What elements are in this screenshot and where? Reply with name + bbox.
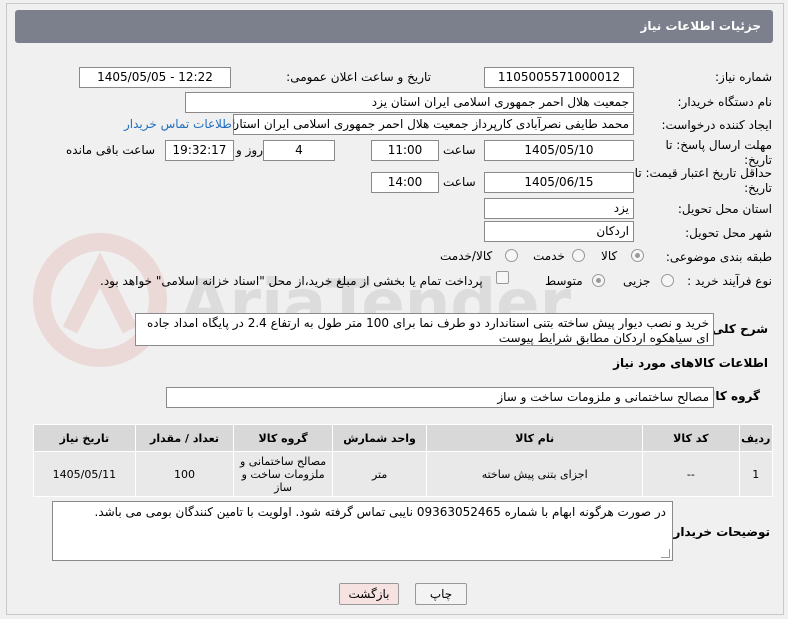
goods-table: ردیف کد کالا نام کالا واحد شمارش گروه کا…: [33, 424, 774, 497]
price-time-label: ساعت: [443, 175, 476, 189]
goods-info-title: اطلاعات کالاهای مورد نیاز: [613, 356, 768, 370]
city-field[interactable]: اردکان: [484, 221, 634, 242]
col-row-header: ردیف: [738, 424, 774, 452]
purchase-radio-minor[interactable]: [661, 274, 674, 287]
announce-date-field[interactable]: 1405/05/05 - 12:22: [79, 67, 231, 88]
cell-unit: متر: [331, 451, 428, 497]
days-remaining-field[interactable]: 4: [263, 140, 335, 161]
buyer-notes-textarea[interactable]: در صورت هرگونه ابهام با شماره 0936305246…: [52, 501, 673, 561]
page-title: جزئیات اطلاعات نیاز: [640, 19, 761, 33]
announce-label: تاریخ و ساعت اعلان عمومی:: [286, 70, 431, 84]
category-label: طبقه بندی موضوعی:: [665, 250, 772, 264]
reply-time-field[interactable]: 11:00: [371, 140, 439, 161]
buyer-notes-label: توضیحات خریدار:: [668, 525, 770, 539]
need-number-label: شماره نیاز:: [715, 70, 772, 84]
cell-row: 1: [738, 451, 774, 497]
purchase-option-minor: جزیی: [623, 274, 651, 288]
print-button[interactable]: چاپ: [415, 583, 467, 605]
purchase-radio-medium[interactable]: [592, 274, 605, 287]
col-date-header: تاریخ نیاز: [33, 424, 136, 452]
category-radio-both[interactable]: [505, 249, 518, 262]
city-label: شهر محل تحویل:: [685, 226, 772, 240]
purchase-option-medium: متوسط: [545, 274, 583, 288]
province-field[interactable]: یزد: [484, 198, 634, 219]
category-option-both: کالا/خدمت: [440, 249, 493, 263]
category-radio-service[interactable]: [572, 249, 585, 262]
price-validity-label: حداقل تاریخ اعتبار قیمت: تا تاریخ:: [634, 166, 772, 195]
page-header: جزئیات اطلاعات نیاز: [15, 10, 773, 43]
price-date-field[interactable]: 1405/06/15: [484, 172, 634, 193]
creator-field[interactable]: محمد طایفی نصرآبادی کارپرداز جمعیت هلال …: [233, 114, 634, 135]
cell-group: مصالح ساختمانی و ملزومات ساخت و ساز: [233, 451, 333, 497]
reply-date-field[interactable]: 1405/05/10: [484, 140, 634, 161]
cell-name: اجزای بتنی پیش ساخته: [426, 451, 644, 497]
price-time-field[interactable]: 14:00: [371, 172, 439, 193]
reply-time-label: ساعت: [443, 143, 476, 157]
category-radio-goods[interactable]: [631, 249, 644, 262]
remaining-label: ساعت باقی مانده: [66, 143, 156, 157]
goods-group-field[interactable]: مصالح ساختمانی و ملزومات ساخت و ساز: [166, 387, 714, 408]
contact-info-link[interactable]: اطلاعات تماس خریدار: [124, 117, 235, 131]
back-button[interactable]: بازگشت: [339, 583, 399, 605]
col-quantity-header: تعداد / مقدار: [134, 424, 235, 452]
resize-handle[interactable]: [661, 549, 670, 558]
remaining-time-field[interactable]: 19:32:17: [165, 140, 234, 161]
province-label: استان محل تحویل:: [677, 202, 772, 216]
col-code-header: کد کالا: [642, 424, 740, 452]
buyer-org-field[interactable]: جمعیت هلال احمر جمهوری اسلامی ایران استا…: [185, 92, 634, 113]
cell-quantity: 100: [134, 451, 235, 497]
payment-note: پرداخت تمام یا بخشی از مبلغ خرید،از محل …: [100, 274, 483, 288]
need-number-field[interactable]: 1105005571000012: [484, 67, 634, 88]
reply-deadline-label: مهلت ارسال پاسخ: تا تاریخ:: [665, 138, 772, 167]
treasury-payment-checkbox[interactable]: [496, 271, 509, 284]
purchase-type-label: نوع فرآیند خرید :: [687, 274, 772, 288]
col-unit-header: واحد شمارش: [331, 424, 428, 452]
cell-date: 1405/05/11: [33, 451, 136, 497]
table-row[interactable]: 1 -- اجزای بتنی پیش ساخته متر مصالح ساخت…: [33, 451, 774, 497]
description-textarea[interactable]: خرید و نصب دیوار پیش ساخته بتنی استاندار…: [135, 313, 714, 346]
creator-label: ایجاد کننده درخواست:: [661, 118, 772, 132]
table-header-row: ردیف کد کالا نام کالا واحد شمارش گروه کا…: [33, 424, 774, 452]
buyer-org-label: نام دستگاه خریدار:: [677, 95, 773, 109]
buyer-notes-text: در صورت هرگونه ابهام با شماره 0936305246…: [94, 505, 666, 519]
col-group-header: گروه کالا: [233, 424, 333, 452]
col-name-header: نام کالا: [426, 424, 644, 452]
days-label: روز و: [236, 143, 263, 157]
category-option-service: خدمت: [533, 249, 565, 263]
category-option-goods: کالا: [601, 249, 618, 263]
cell-code: --: [642, 451, 740, 497]
